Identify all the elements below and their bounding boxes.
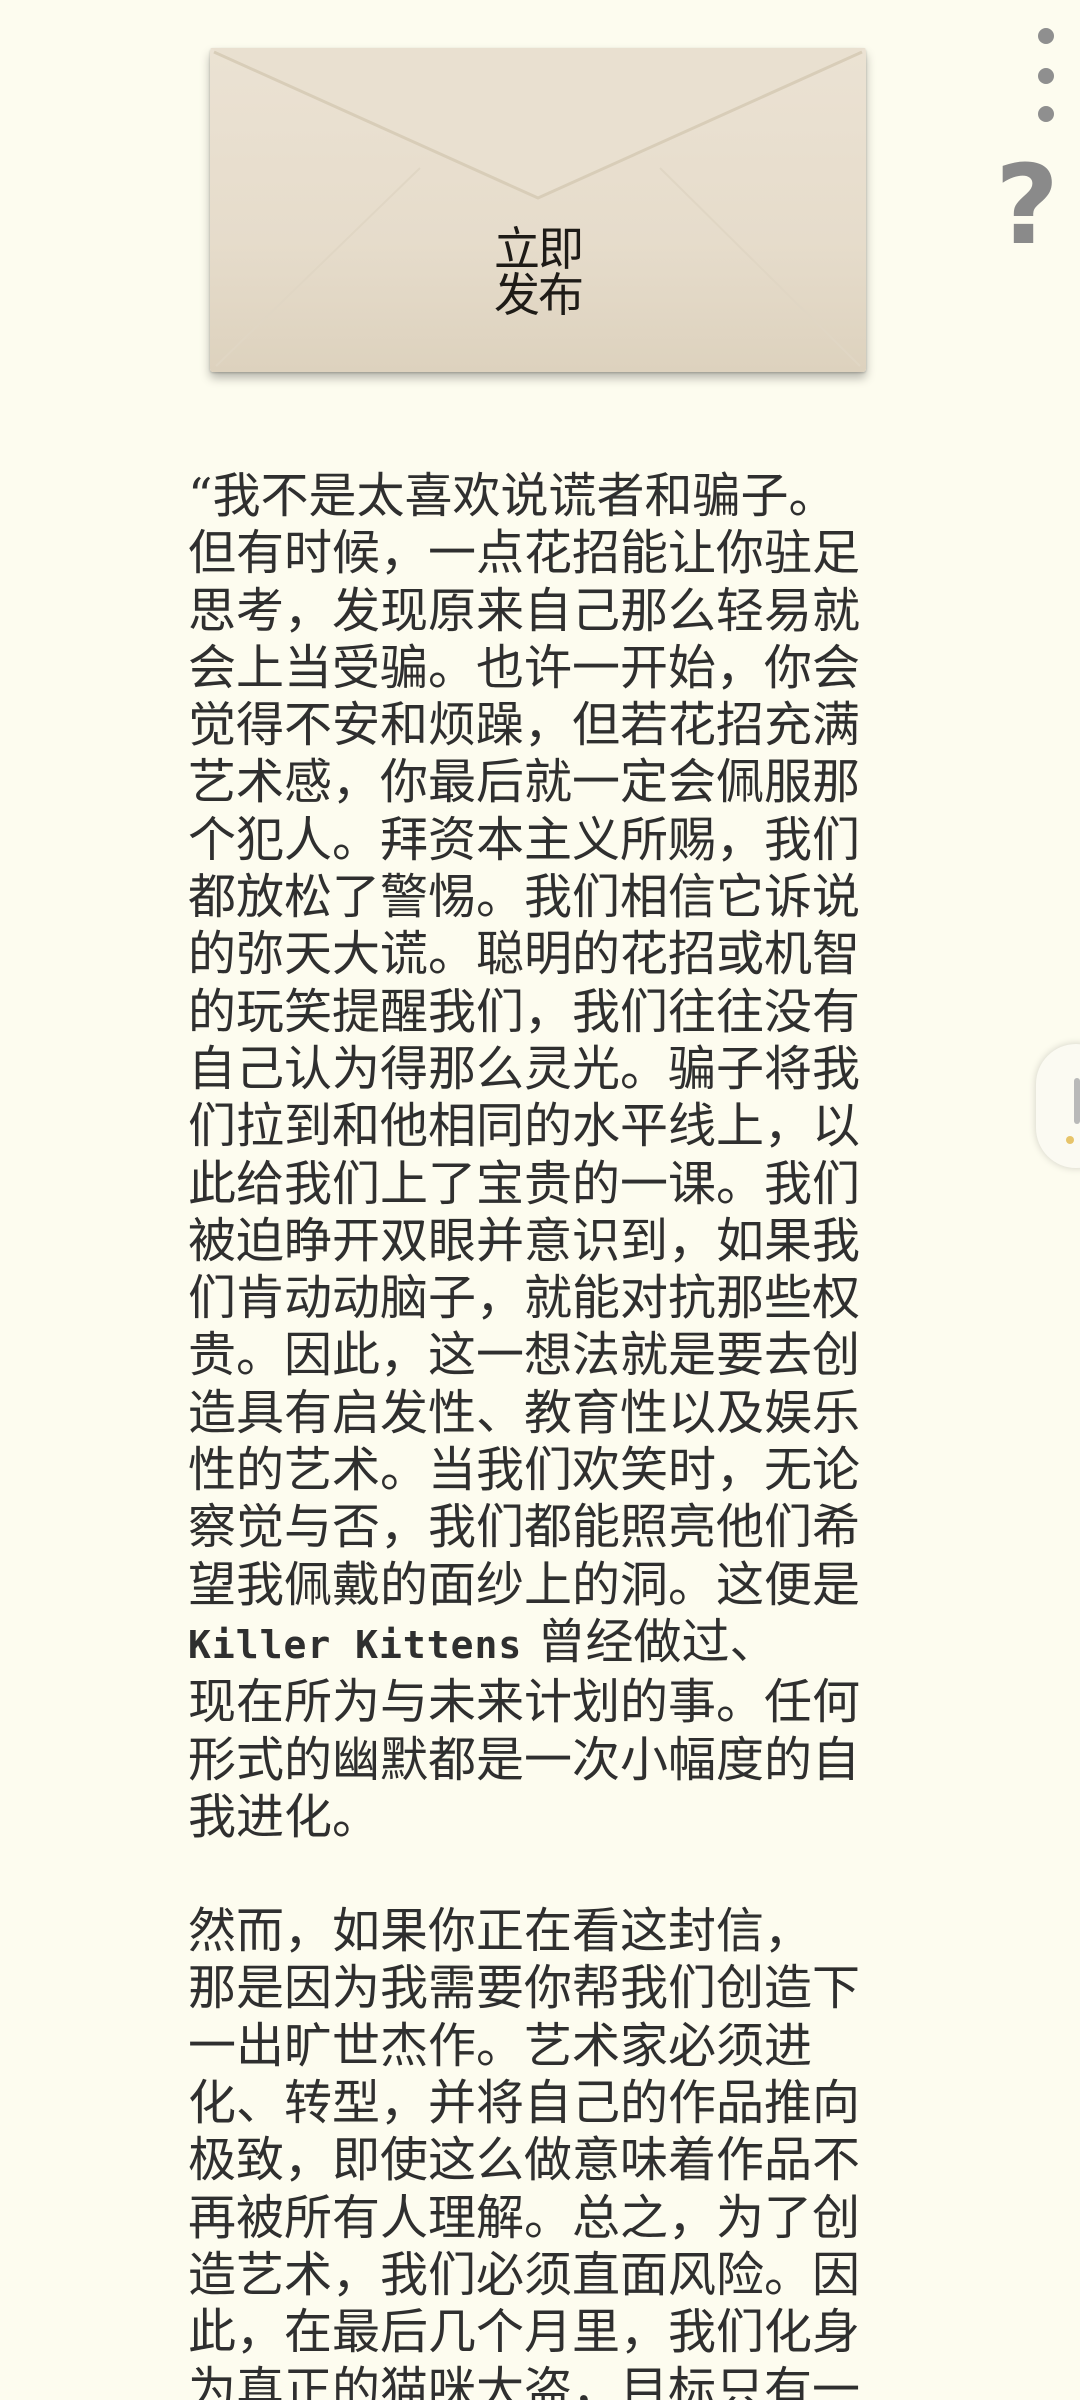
side-drawer-handle[interactable] [1036, 1044, 1080, 1168]
letter-paragraph-1: “我不是太喜欢说谎者和骗子。 但有时候，一点花招能让你驻足 思考，发现原来自己那… [188, 468, 888, 1846]
envelope-flap-graphic [210, 48, 866, 367]
drawer-handle-icon [1074, 1078, 1080, 1124]
brand-name: Killer Kittens [188, 1622, 523, 1667]
envelope-label-line2: 发布 [494, 268, 584, 322]
letter-paragraph-2: 然而，如果你正在看这封信， 那是因为我需要你帮我们创造下 一出旷世杰作。艺术家必… [188, 1903, 861, 2400]
letter-body: “我不是太喜欢说谎者和骗子。 但有时候，一点花招能让你驻足 思考，发现原来自己那… [188, 468, 888, 2400]
question-mark-icon[interactable]: ? [982, 150, 1072, 260]
sparkle-icon [1066, 1136, 1074, 1144]
more-vertical-icon[interactable] [1026, 22, 1066, 132]
envelope-publish-button[interactable]: 立即 发布 [210, 48, 866, 372]
letter-text-part1: “我不是太喜欢说谎者和骗子。 但有时候，一点花招能让你驻足 思考，发现原来自己那… [188, 468, 861, 1613]
envelope-label-line1: 立即 [494, 222, 584, 276]
